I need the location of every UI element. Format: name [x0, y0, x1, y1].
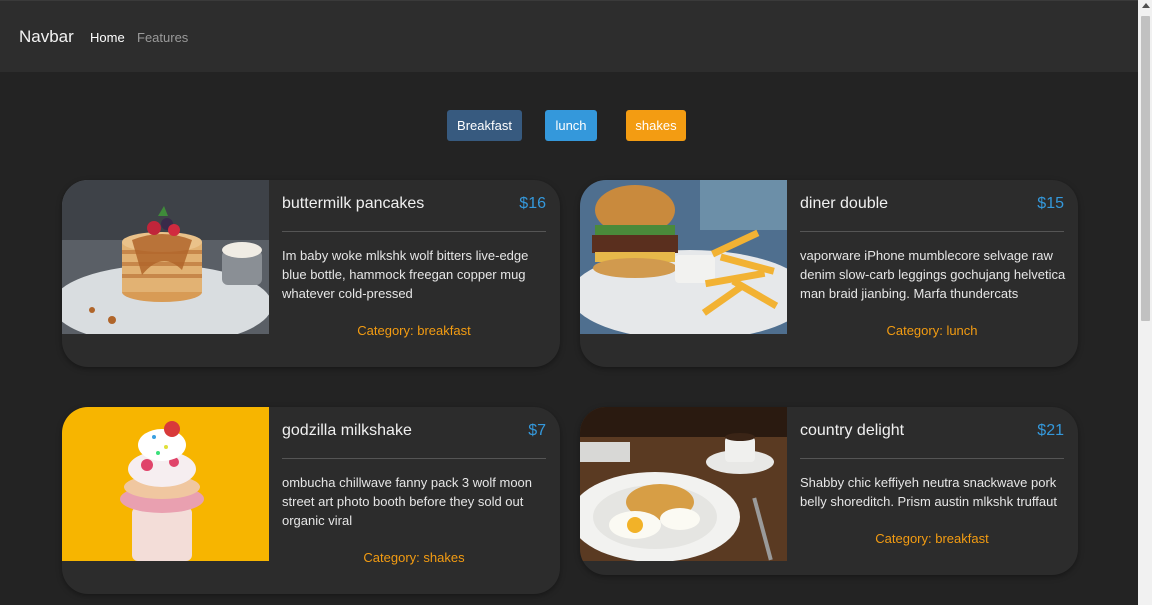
menu-item-price: $7 [528, 422, 546, 439]
menu-item-description: Shabby chic keffiyeh neutra snackwave po… [800, 475, 1057, 509]
menu-item-card: country delight $21 Shabby chic keffiyeh… [580, 407, 1078, 575]
menu-item-price: $16 [519, 195, 546, 212]
menu-item-title: country delight [800, 422, 905, 439]
divider [282, 458, 546, 459]
menu-item-price: $21 [1037, 422, 1064, 439]
menu-item-title: diner double [800, 195, 889, 212]
scrollbar-thumb[interactable] [1141, 16, 1150, 321]
menu-item-card: godzilla milkshake $7 ombucha chillwave … [62, 407, 560, 594]
menu-item-category: Category: breakfast [357, 323, 471, 338]
filter-shakes-button[interactable]: shakes [626, 110, 686, 141]
menu-item-category: Category: shakes [363, 550, 465, 565]
menu-item-card: diner double $15 vaporware iPhone mumble… [580, 180, 1078, 367]
menu-item-photo [580, 407, 787, 561]
menu-item-category: Category: lunch [886, 323, 978, 338]
nav-link-home[interactable]: Home [90, 30, 125, 45]
menu-item-description: vaporware iPhone mumblecore selvage raw … [800, 248, 1066, 301]
divider [800, 458, 1064, 459]
menu-item-price: $15 [1037, 195, 1064, 212]
menu-item-description: Im baby woke mlkshk wolf bitters live-ed… [282, 248, 529, 301]
page: Navbar Home Features Breakfast lunch sha… [0, 0, 1138, 605]
menu-item-title: godzilla milkshake [282, 422, 412, 439]
menu-item-photo [580, 180, 787, 334]
filter-lunch-button[interactable]: lunch [545, 110, 597, 141]
menu-item-category: Category: breakfast [875, 531, 989, 546]
filter-breakfast-button[interactable]: Breakfast [447, 110, 522, 141]
navbar: Navbar Home Features [0, 0, 1138, 72]
divider [282, 231, 546, 232]
menu-item-title: buttermilk pancakes [282, 195, 425, 212]
menu-item-photo [62, 407, 269, 561]
nav-link-features[interactable]: Features [137, 30, 188, 45]
divider [800, 231, 1064, 232]
menu-item-card: buttermilk pancakes $16 Im baby woke mlk… [62, 180, 560, 367]
menu-item-photo [62, 180, 269, 334]
navbar-brand[interactable]: Navbar [19, 27, 74, 47]
scroll-up-arrow-icon[interactable] [1142, 3, 1150, 8]
menu-item-description: ombucha chillwave fanny pack 3 wolf moon… [282, 475, 533, 528]
